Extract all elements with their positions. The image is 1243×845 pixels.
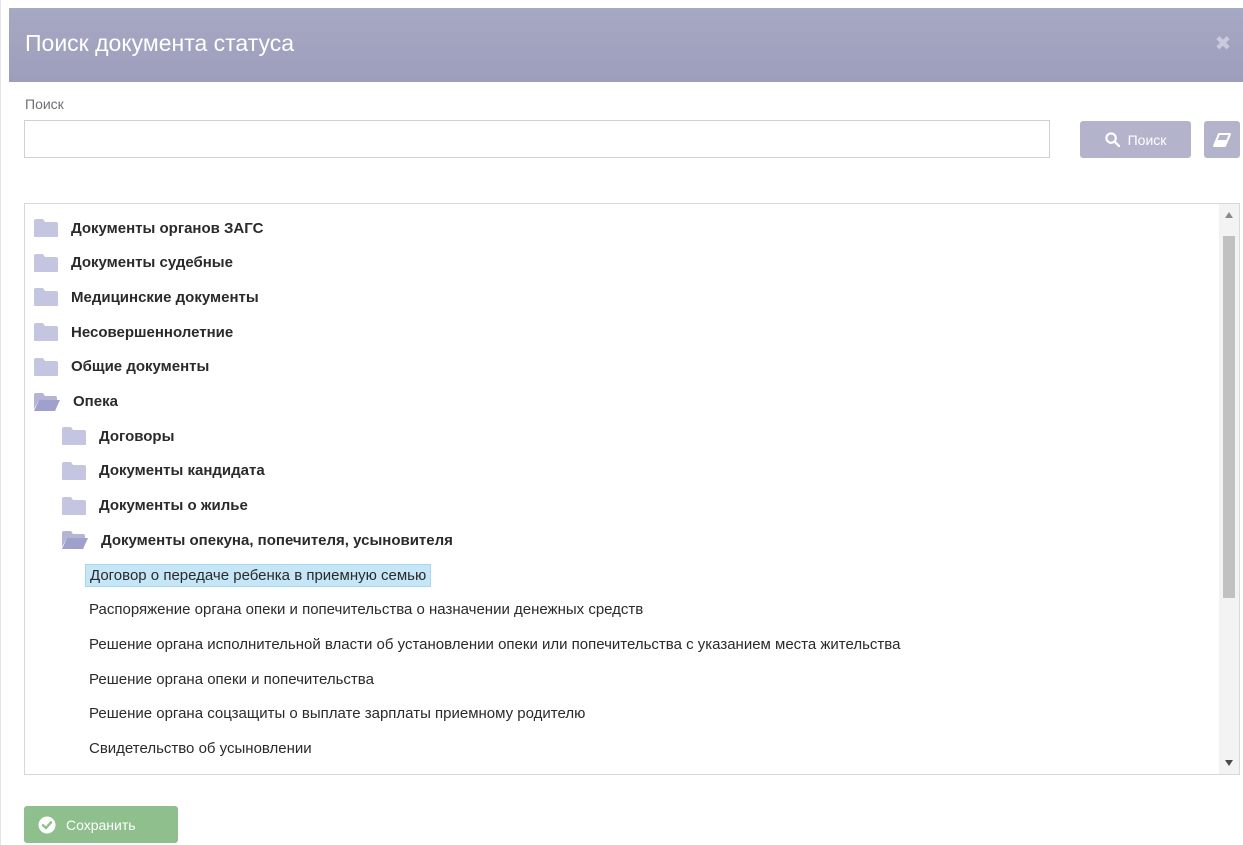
tree-item-label: Решение органа опеки и попечительства <box>89 670 374 688</box>
search-button-label: Поиск <box>1127 131 1167 148</box>
folder-icon <box>33 253 59 273</box>
search-document-dialog: Поиск документа статуса ✖ Поиск Поиск До… <box>0 0 1243 845</box>
search-input[interactable] <box>24 120 1050 158</box>
tree-item-label: Договоры <box>99 427 175 445</box>
tree-folder[interactable]: Несовершеннолетние <box>33 315 233 349</box>
scroll-down-arrow[interactable] <box>1219 754 1239 772</box>
clear-search-button[interactable] <box>1204 121 1240 158</box>
tree-item-label: Опека <box>73 393 118 410</box>
folder-icon <box>33 357 59 377</box>
search-label: Поиск <box>25 96 64 112</box>
tree-document[interactable]: Договор о передаче ребенка в приемную се… <box>85 558 432 592</box>
tree-item-label: Документы судебные <box>71 254 233 272</box>
folder-open-icon <box>33 392 61 412</box>
tree-folder[interactable]: Опека <box>33 385 118 419</box>
folder-icon <box>33 322 59 342</box>
close-icon[interactable]: ✖ <box>1212 33 1234 55</box>
folder-icon <box>61 426 87 446</box>
tree-item-label: Документы опекуна, попечителя, усыновите… <box>101 531 453 549</box>
tree-item-label: Распоряжение органа опеки и попечительст… <box>89 601 644 619</box>
tree-item-label: Договор о передаче ребенка в приемную се… <box>85 563 432 587</box>
dialog-title: Поиск документа статуса <box>25 30 295 56</box>
folder-icon <box>33 287 59 307</box>
tree-folder[interactable]: Договоры <box>61 419 174 453</box>
tree-item-label: Медицинские документы <box>71 288 259 306</box>
tree-folder[interactable]: Общие документы <box>33 350 209 384</box>
save-button[interactable]: Сохранить <box>24 806 178 843</box>
tree-folder[interactable]: Документы о жилье <box>61 489 248 523</box>
tree-document[interactable]: Решение органа опеки и попечительства <box>85 662 378 696</box>
tree-item-label: Несовершеннолетние <box>71 323 234 341</box>
tree-item-label: Свидетельство об усыновлении <box>89 740 312 757</box>
tree-document[interactable]: Решение органа исполнительной власти об … <box>85 627 904 661</box>
tree-folder[interactable]: Документы кандидата <box>61 454 265 488</box>
search-icon <box>1104 132 1120 147</box>
folder-icon <box>33 218 59 238</box>
search-button[interactable]: Поиск <box>1080 121 1191 158</box>
eraser-icon <box>1213 132 1231 147</box>
tree-document[interactable]: Справка о совместном проживании ребенка … <box>85 766 588 774</box>
vertical-scrollbar[interactable] <box>1219 204 1239 774</box>
tree-document[interactable]: Свидетельство об усыновлении <box>85 732 316 766</box>
folder-open-icon <box>61 530 89 550</box>
tree-item-label: Документы органов ЗАГС <box>71 219 264 237</box>
tree-folder[interactable]: Документы опекуна, попечителя, усыновите… <box>61 523 453 557</box>
scroll-up-arrow[interactable] <box>1219 206 1239 224</box>
tree-item-label: Документы о жилье <box>99 497 248 515</box>
tree-item-label: Решение органа исполнительной власти об … <box>89 635 901 653</box>
check-circle-icon <box>38 816 56 833</box>
tree-item-label: Общие документы <box>71 358 210 376</box>
tree-document[interactable]: Распоряжение органа опеки и попечительст… <box>85 593 647 627</box>
folder-icon <box>61 496 87 516</box>
tree-folder[interactable]: Медицинские документы <box>33 280 259 314</box>
tree-item-label: Документы кандидата <box>99 462 265 480</box>
tree-folder[interactable]: Документы судебные <box>33 246 233 280</box>
tree-item-label: Решение органа соцзащиты о выплате зарпл… <box>89 705 586 723</box>
tree-folder[interactable]: Документы органов ЗАГС <box>33 211 263 245</box>
tree-item-label: Справка о совместном проживании ребенка … <box>85 773 588 774</box>
save-button-label: Сохранить <box>66 816 136 833</box>
scrollbar-thumb[interactable] <box>1223 236 1235 598</box>
folder-icon <box>61 461 87 481</box>
dialog-titlebar: Поиск документа статуса ✖ <box>9 8 1243 82</box>
tree-document[interactable]: Решение органа соцзащиты о выплате зарпл… <box>85 697 589 731</box>
document-tree: Документы органов ЗАГС Документы судебные… <box>24 203 1240 775</box>
